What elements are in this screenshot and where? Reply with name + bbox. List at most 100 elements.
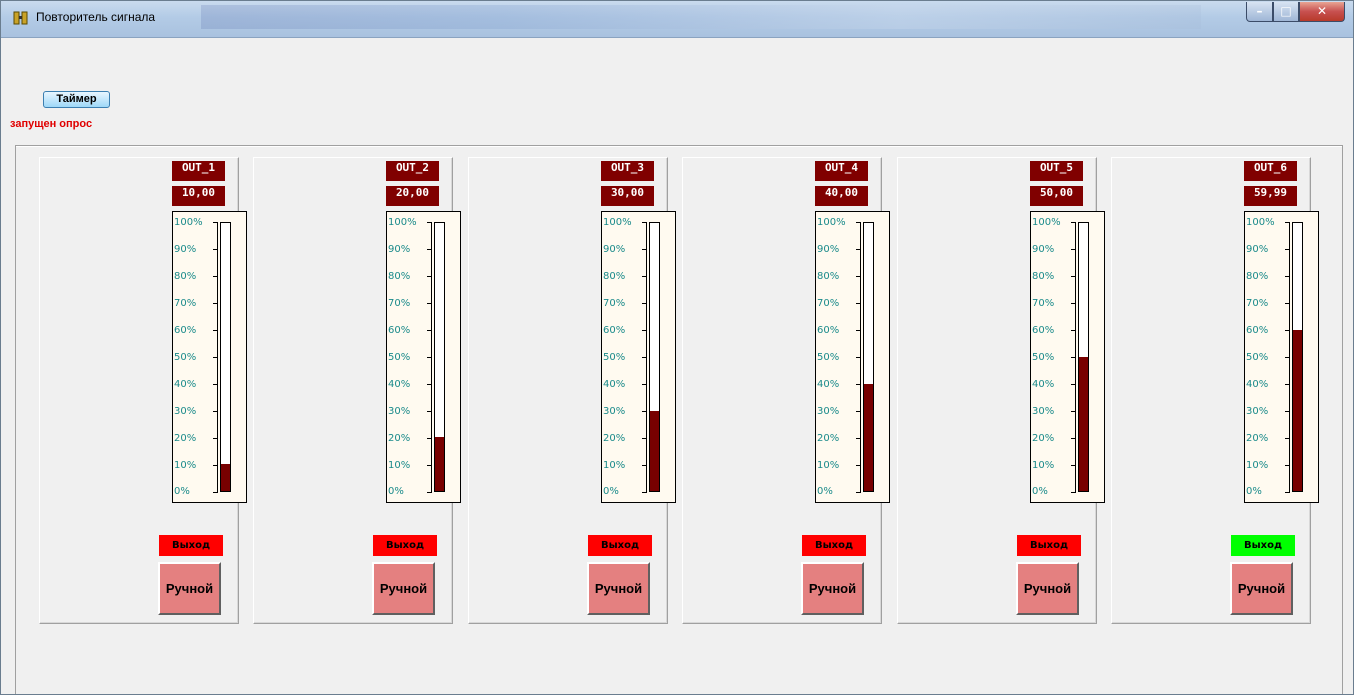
gauge-tick-label: 90% bbox=[1032, 244, 1055, 255]
output-indicator: Выход bbox=[802, 535, 866, 556]
channel-value: 10,00 bbox=[172, 186, 225, 206]
gauge-tick-label: 80% bbox=[1032, 271, 1055, 282]
gauge-tick-label: 60% bbox=[388, 325, 411, 336]
gauge-tick-label: 10% bbox=[388, 460, 411, 471]
gauge-axis bbox=[1075, 222, 1076, 492]
gauge-tick-label: 60% bbox=[174, 325, 197, 336]
channel-name: OUT_4 bbox=[815, 161, 868, 181]
output-indicator: Выход bbox=[1017, 535, 1081, 556]
gauge-bar-fill bbox=[1079, 357, 1088, 491]
channel-name: OUT_5 bbox=[1030, 161, 1083, 181]
group-border-right bbox=[1342, 146, 1343, 694]
gauge-bar-fill bbox=[864, 383, 873, 491]
gauge-bar bbox=[220, 222, 231, 492]
channel-value: 30,00 bbox=[601, 186, 654, 206]
gauge-tick-mark bbox=[1285, 492, 1290, 493]
gauge-tick-label: 0% bbox=[1246, 486, 1262, 497]
gauge-bar-fill bbox=[221, 464, 230, 491]
gauge-tick-label: 50% bbox=[388, 352, 411, 363]
gauge-tick-label: 20% bbox=[174, 433, 197, 444]
channel-panel: OUT_5 50,00 100% 90% 80% 70% 60% 50% 40% 30% 20% 10… bbox=[897, 157, 1105, 624]
gauge-tick-label: 50% bbox=[1032, 352, 1055, 363]
gauge-tick-label: 10% bbox=[174, 460, 197, 471]
level-gauge: 100% 90% 80% 70% 60% 50% 40% 30% 20% 10% 0% bbox=[172, 211, 247, 503]
gauge-tick-label: 30% bbox=[174, 406, 197, 417]
gauge-tick-label: 20% bbox=[817, 433, 840, 444]
level-gauge: 100% 90% 80% 70% 60% 50% 40% 30% 20% 10% 0% bbox=[815, 211, 890, 503]
gauge-tick-label: 30% bbox=[388, 406, 411, 417]
gauge-tick-label: 0% bbox=[603, 486, 619, 497]
gauge-tick-label: 80% bbox=[1246, 271, 1269, 282]
gauge-bar bbox=[1078, 222, 1089, 492]
maximize-button[interactable]: □ bbox=[1273, 2, 1299, 22]
output-indicator: Выход bbox=[588, 535, 652, 556]
gauge-axis bbox=[1289, 222, 1290, 492]
window-title: Повторитель сигнала bbox=[36, 10, 156, 24]
gauge-tick-mark bbox=[856, 492, 861, 493]
gauge-tick-label: 80% bbox=[817, 271, 840, 282]
title-bar-background bbox=[201, 5, 1201, 29]
gauge-tick-label: 60% bbox=[817, 325, 840, 336]
channel-name: OUT_2 bbox=[386, 161, 439, 181]
manual-button[interactable]: Ручной bbox=[158, 562, 221, 615]
gauge-tick-label: 20% bbox=[1246, 433, 1269, 444]
gauge-tick-label: 100% bbox=[174, 217, 203, 228]
gauge-tick-label: 50% bbox=[603, 352, 626, 363]
level-gauge: 100% 90% 80% 70% 60% 50% 40% 30% 20% 10% 0% bbox=[1244, 211, 1319, 503]
manual-button[interactable]: Ручной bbox=[1230, 562, 1293, 615]
gauge-tick-label: 50% bbox=[174, 352, 197, 363]
gauge-tick-label: 30% bbox=[1032, 406, 1055, 417]
gauge-tick-label: 10% bbox=[1246, 460, 1269, 471]
gauge-bar bbox=[863, 222, 874, 492]
gauge-tick-label: 70% bbox=[603, 298, 626, 309]
gauge-tick-label: 90% bbox=[817, 244, 840, 255]
gauge-tick-label: 20% bbox=[603, 433, 626, 444]
manual-button[interactable]: Ручной bbox=[801, 562, 864, 615]
channel-value: 40,00 bbox=[815, 186, 868, 206]
polling-status: запущен опрос bbox=[10, 118, 93, 130]
gauge-tick-label: 40% bbox=[1032, 379, 1055, 390]
gauge-tick-label: 40% bbox=[174, 379, 197, 390]
close-button[interactable]: ✕ bbox=[1299, 2, 1345, 22]
gauge-tick-label: 70% bbox=[1032, 298, 1055, 309]
gauge-bar-fill bbox=[435, 437, 444, 491]
gauge-tick-label: 70% bbox=[1246, 298, 1269, 309]
output-indicator: Выход bbox=[373, 535, 437, 556]
level-gauge: 100% 90% 80% 70% 60% 50% 40% 30% 20% 10% 0% bbox=[601, 211, 676, 503]
gauge-tick-label: 40% bbox=[388, 379, 411, 390]
timer-button[interactable]: Таймер bbox=[43, 91, 110, 108]
output-indicator: Выход bbox=[159, 535, 223, 556]
manual-button[interactable]: Ручной bbox=[587, 562, 650, 615]
channel-value: 20,00 bbox=[386, 186, 439, 206]
gauge-tick-label: 80% bbox=[174, 271, 197, 282]
gauge-tick-label: 70% bbox=[174, 298, 197, 309]
channel-panel: OUT_1 10,00 100% 90% 80% 70% 60% 50% 40% 30% 20% 10… bbox=[39, 157, 247, 624]
gauge-tick-mark bbox=[427, 492, 432, 493]
manual-button[interactable]: Ручной bbox=[372, 562, 435, 615]
gauge-tick-label: 70% bbox=[817, 298, 840, 309]
channel-panel: OUT_3 30,00 100% 90% 80% 70% 60% 50% 40% 30% 20% 10… bbox=[468, 157, 676, 624]
gauge-tick-label: 100% bbox=[1032, 217, 1061, 228]
gauge-tick-label: 10% bbox=[1032, 460, 1055, 471]
output-indicator: Выход bbox=[1231, 535, 1295, 556]
gauge-tick-label: 40% bbox=[817, 379, 840, 390]
app-window: Повторитель сигнала – □ ✕ Таймер запущен… bbox=[0, 0, 1354, 695]
channel-panel: OUT_4 40,00 100% 90% 80% 70% 60% 50% 40% 30% 20% 10… bbox=[682, 157, 890, 624]
title-bar[interactable]: Повторитель сигнала – □ ✕ bbox=[1, 1, 1353, 38]
minimize-button[interactable]: – bbox=[1246, 2, 1273, 22]
channel-panel: OUT_2 20,00 100% 90% 80% 70% 60% 50% 40% 30% 20% 10… bbox=[253, 157, 461, 624]
manual-button[interactable]: Ручной bbox=[1016, 562, 1079, 615]
channel-name: OUT_6 bbox=[1244, 161, 1297, 181]
gauge-tick-label: 0% bbox=[174, 486, 190, 497]
gauge-tick-label: 50% bbox=[1246, 352, 1269, 363]
gauge-tick-label: 90% bbox=[1246, 244, 1269, 255]
gauge-tick-label: 70% bbox=[388, 298, 411, 309]
gauge-tick-label: 30% bbox=[603, 406, 626, 417]
gauge-tick-label: 100% bbox=[817, 217, 846, 228]
channel-panel: OUT_6 59,99 100% 90% 80% 70% 60% 50% 40% 30% 20% 10… bbox=[1111, 157, 1319, 624]
level-gauge: 100% 90% 80% 70% 60% 50% 40% 30% 20% 10% 0% bbox=[386, 211, 461, 503]
gauge-bar bbox=[434, 222, 445, 492]
gauge-tick-label: 50% bbox=[817, 352, 840, 363]
gauge-axis bbox=[217, 222, 218, 492]
channel-name: OUT_1 bbox=[172, 161, 225, 181]
